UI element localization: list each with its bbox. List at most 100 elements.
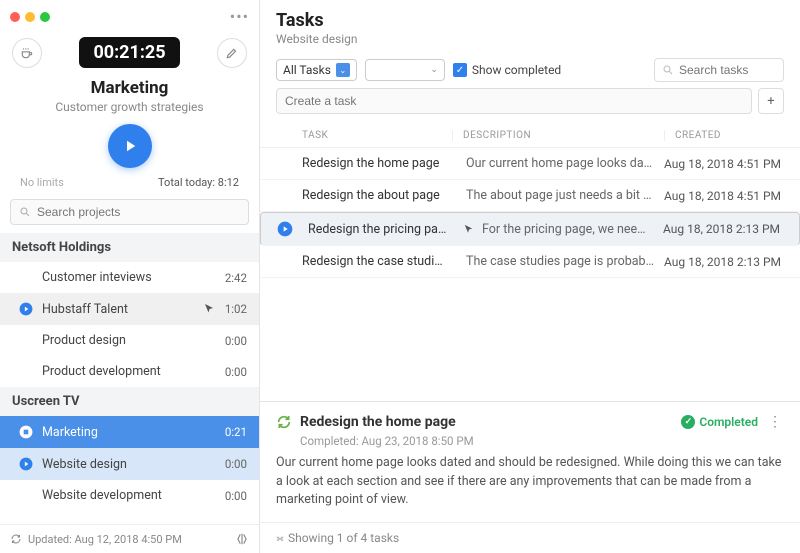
cursor-icon bbox=[203, 303, 217, 315]
sidebar: ••• 00:21:25 Marketing Customer growth s… bbox=[0, 0, 260, 553]
filter-label: All Tasks bbox=[283, 63, 331, 77]
search-icon bbox=[19, 206, 31, 218]
project-name: Website development bbox=[42, 488, 217, 503]
task-desc: The case studies page is probably the on… bbox=[466, 254, 664, 269]
search-tasks[interactable] bbox=[654, 58, 784, 82]
total-today: Total today: 8:12 bbox=[158, 176, 239, 189]
col-task: TASK bbox=[302, 130, 452, 141]
minimize-window-icon[interactable] bbox=[25, 12, 35, 22]
project-time: 0:00 bbox=[225, 334, 247, 348]
task-name: Redesign the home page bbox=[302, 156, 452, 171]
project-name: Customer inteviews bbox=[42, 270, 217, 285]
footer-count: Showing 1 of 4 tasks bbox=[288, 531, 399, 545]
project-time: 0:00 bbox=[225, 457, 247, 471]
detail-body: Our current home page looks dated and sh… bbox=[276, 454, 784, 510]
project-name: Product development bbox=[42, 364, 217, 379]
project-group-header: Uscreen TV bbox=[0, 387, 259, 416]
expand-icon[interactable] bbox=[235, 532, 249, 546]
create-task-input[interactable] bbox=[276, 88, 752, 114]
project-row[interactable]: Product development 0:00 bbox=[0, 356, 259, 387]
more-menu-icon[interactable]: ••• bbox=[230, 7, 249, 26]
sidebar-footer: Updated: Aug 12, 2018 4:50 PM bbox=[0, 524, 259, 553]
sync-icon[interactable] bbox=[276, 414, 292, 430]
edit-button[interactable] bbox=[217, 38, 247, 68]
current-project-name: Marketing bbox=[10, 78, 249, 98]
search-projects[interactable] bbox=[10, 199, 249, 225]
chevron-down-icon: ⌄ bbox=[430, 65, 438, 75]
task-created: Aug 18, 2018 2:13 PM bbox=[663, 222, 783, 236]
project-row[interactable]: Website development 0:00 bbox=[0, 480, 259, 511]
project-name: Marketing bbox=[42, 425, 217, 440]
project-name: Hubstaff Talent bbox=[42, 302, 195, 317]
project-time: 1:02 bbox=[225, 302, 247, 316]
task-row[interactable]: Redesign the pricing pageFor the pricing… bbox=[260, 212, 800, 246]
page-title: Tasks bbox=[276, 10, 784, 31]
stop-icon[interactable] bbox=[18, 424, 34, 440]
task-desc: The about page just needs a bit of makeu… bbox=[466, 188, 664, 203]
close-window-icon[interactable] bbox=[10, 12, 20, 22]
collapse-icon[interactable]: ›› ‹‹ bbox=[276, 532, 282, 545]
play-icon[interactable] bbox=[277, 221, 293, 237]
task-name: Redesign the pricing page bbox=[308, 222, 458, 237]
project-name: Website design bbox=[42, 457, 217, 472]
project-row[interactable]: Product design 0:00 bbox=[0, 325, 259, 356]
task-created: Aug 18, 2018 4:51 PM bbox=[664, 157, 784, 171]
project-row[interactable]: Hubstaff Talent 1:02 bbox=[0, 293, 259, 325]
search-tasks-input[interactable] bbox=[679, 63, 769, 77]
check-icon: ✓ bbox=[453, 63, 467, 77]
project-row[interactable]: Website design 0:00 bbox=[0, 448, 259, 480]
limits-label: No limits bbox=[20, 176, 64, 189]
table-header: TASK DESCRIPTION CREATED bbox=[260, 122, 800, 148]
coffee-icon bbox=[20, 46, 34, 60]
play-icon[interactable] bbox=[18, 456, 34, 472]
detail-more-icon[interactable]: ⋮ bbox=[766, 414, 784, 430]
show-completed-label: Show completed bbox=[472, 63, 561, 77]
add-task-button[interactable]: + bbox=[758, 88, 784, 114]
project-time: 0:00 bbox=[225, 365, 247, 379]
task-detail: Redesign the home page ✓ Completed ⋮ Com… bbox=[260, 401, 800, 522]
project-row[interactable]: Customer inteviews 2:42 bbox=[0, 262, 259, 293]
show-completed-checkbox[interactable]: ✓ Show completed bbox=[453, 63, 561, 77]
timer-display: 00:21:25 bbox=[79, 37, 179, 68]
break-button[interactable] bbox=[12, 38, 42, 68]
task-row[interactable]: Redesign the case studies pa… The case st… bbox=[260, 246, 800, 278]
status-badge: ✓ Completed bbox=[681, 415, 758, 429]
titlebar: ••• bbox=[0, 0, 259, 33]
project-row[interactable]: Marketing 0:21 bbox=[0, 416, 259, 448]
col-description: DESCRIPTION bbox=[452, 130, 664, 141]
project-time: 0:21 bbox=[225, 425, 247, 439]
filter-all-tasks[interactable]: All Tasks ⌄ bbox=[276, 59, 357, 81]
task-name: Redesign the about page bbox=[302, 188, 452, 203]
task-name: Redesign the case studies pa… bbox=[302, 254, 452, 269]
project-name: Product design bbox=[42, 333, 217, 348]
chevron-down-icon: ⌄ bbox=[336, 63, 350, 77]
main-panel: Tasks Website design All Tasks ⌄ ⌄ ✓ Sho… bbox=[260, 0, 800, 553]
task-created: Aug 18, 2018 2:13 PM bbox=[664, 255, 784, 269]
detail-completed: Completed: Aug 23, 2018 8:50 PM bbox=[300, 434, 784, 448]
project-time: 2:42 bbox=[225, 271, 247, 285]
col-created: CREATED bbox=[664, 130, 784, 141]
page-subtitle: Website design bbox=[276, 32, 784, 46]
refresh-icon[interactable] bbox=[10, 533, 22, 545]
play-button[interactable] bbox=[108, 124, 152, 168]
search-projects-input[interactable] bbox=[37, 205, 240, 219]
filter-secondary[interactable]: ⌄ bbox=[365, 59, 445, 81]
task-desc: Our current home page looks dated and sh… bbox=[466, 156, 664, 171]
play-icon bbox=[121, 137, 139, 155]
updated-label: Updated: Aug 12, 2018 4:50 PM bbox=[28, 533, 182, 546]
main-footer: ›› ‹‹ Showing 1 of 4 tasks bbox=[260, 522, 800, 553]
cursor-icon bbox=[463, 224, 477, 235]
current-project-desc: Customer growth strategies bbox=[10, 100, 249, 114]
project-group-header: Netsoft Holdings bbox=[0, 233, 259, 262]
search-icon bbox=[662, 64, 674, 76]
task-row[interactable]: Redesign the home page Our current home p… bbox=[260, 148, 800, 180]
task-created: Aug 18, 2018 4:51 PM bbox=[664, 189, 784, 203]
current-project: Marketing Customer growth strategies bbox=[0, 76, 259, 120]
task-row[interactable]: Redesign the about page The about page ju… bbox=[260, 180, 800, 212]
play-icon[interactable] bbox=[18, 301, 34, 317]
pencil-icon bbox=[225, 46, 239, 60]
zoom-window-icon[interactable] bbox=[40, 12, 50, 22]
project-time: 0:00 bbox=[225, 489, 247, 503]
detail-title: Redesign the home page bbox=[300, 414, 673, 430]
check-circle-icon: ✓ bbox=[681, 415, 695, 429]
